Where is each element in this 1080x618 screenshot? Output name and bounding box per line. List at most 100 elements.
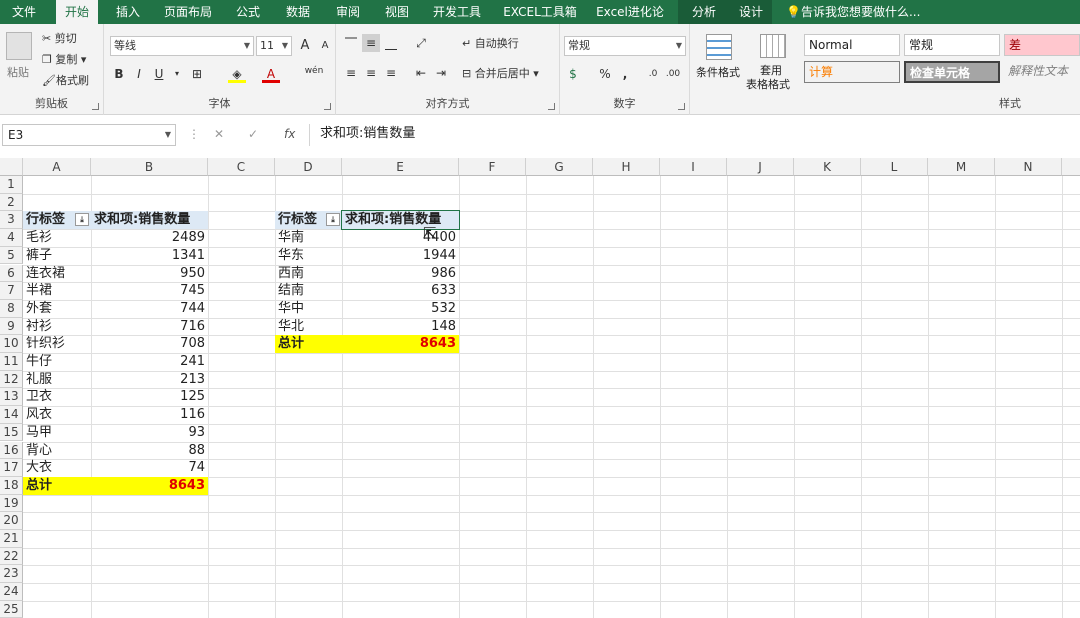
col-header-g[interactable]: G <box>526 158 593 176</box>
col-header-a[interactable]: A <box>23 158 91 176</box>
select-all-corner[interactable] <box>0 158 23 176</box>
tell-me-search[interactable]: 💡告诉我您想要做什么... <box>786 0 936 24</box>
pivot1-item-label[interactable]: 衬衫 <box>23 318 91 336</box>
pivot1-item-label[interactable]: 风衣 <box>23 406 91 424</box>
pivot1-item-label[interactable]: 外套 <box>23 300 91 318</box>
paste-icon[interactable] <box>6 32 32 60</box>
tab-page-layout[interactable]: 页面布局 <box>158 0 218 24</box>
style-check-cell[interactable]: 检查单元格 <box>904 61 1000 83</box>
pivot2-item-value[interactable]: 4400 <box>342 229 459 247</box>
conditional-format-icon[interactable] <box>706 34 732 60</box>
col-header-k[interactable]: K <box>794 158 861 176</box>
col-header-f[interactable]: F <box>459 158 526 176</box>
pivot1-item-label[interactable]: 背心 <box>23 442 91 460</box>
percent-button[interactable]: % <box>596 65 614 83</box>
pivot1-row-label-header[interactable]: 行标签 ⤓ <box>23 211 91 230</box>
style-calc[interactable]: 计算 <box>804 61 900 83</box>
row-header[interactable]: 5 <box>0 246 23 265</box>
copy-button[interactable]: ❐ 复制 ▾ <box>42 50 86 70</box>
pivot2-value-header[interactable]: 求和项:销售数量 <box>341 210 460 231</box>
tab-excel-evolution[interactable]: Excel进化论 <box>592 0 668 24</box>
cut-button[interactable]: ✂ 剪切 <box>42 29 77 49</box>
increase-indent-icon[interactable]: ⇥ <box>432 64 450 82</box>
row-header[interactable]: 16 <box>0 441 23 460</box>
pivot1-item-label[interactable]: 针织衫 <box>23 335 91 353</box>
pivot2-item-value[interactable]: 1944 <box>342 247 459 265</box>
row-header[interactable]: 7 <box>0 282 23 300</box>
border-icon[interactable]: ⊞ <box>188 65 206 83</box>
pivot2-item-value[interactable]: 986 <box>342 265 459 283</box>
clipboard-launcher-icon[interactable] <box>92 103 99 110</box>
col-header-n[interactable]: N <box>995 158 1062 176</box>
pivot1-item-value[interactable]: 241 <box>91 353 208 371</box>
pivot1-item-value[interactable]: 716 <box>91 318 208 336</box>
row-header[interactable]: 2 <box>0 193 23 212</box>
shrink-font-button[interactable]: A <box>316 37 334 55</box>
orientation-icon[interactable]: ⤢ <box>412 34 430 52</box>
col-header-m[interactable]: M <box>928 158 995 176</box>
font-launcher-icon[interactable] <box>324 103 331 110</box>
tab-home[interactable]: 开始 <box>56 0 98 24</box>
pivot2-item-value[interactable]: 633 <box>342 282 459 300</box>
alignment-launcher-icon[interactable] <box>548 103 555 110</box>
row-header[interactable]: 11 <box>0 353 23 371</box>
underline-dropdown-icon[interactable]: ▾ <box>168 65 186 83</box>
filter-dropdown-icon[interactable]: ⤓ <box>75 213 89 227</box>
pivot1-item-value[interactable]: 125 <box>91 388 208 406</box>
row-header[interactable]: 6 <box>0 264 23 283</box>
tab-data[interactable]: 数据 <box>278 0 318 24</box>
pivot1-item-value[interactable]: 2489 <box>91 229 208 247</box>
align-right-icon[interactable]: ≡ <box>382 64 400 82</box>
formula-input[interactable]: 求和项:销售数量 <box>309 124 1080 146</box>
paste-button[interactable]: 粘贴 <box>7 64 29 80</box>
bold-button[interactable]: B <box>110 65 128 83</box>
pivot1-item-value[interactable]: 744 <box>91 300 208 318</box>
font-size-select[interactable]: 11 ▼ <box>256 36 292 56</box>
font-name-select[interactable]: 等线 ▼ <box>110 36 254 56</box>
pivot1-item-value[interactable]: 116 <box>91 406 208 424</box>
pivot2-item-label[interactable]: 西南 <box>275 265 342 283</box>
phonetic-button[interactable]: wén <box>300 62 328 80</box>
col-header-j[interactable]: J <box>727 158 794 176</box>
pivot1-total-value[interactable]: 8643 <box>91 476 208 495</box>
merge-center-button[interactable]: ⊟ 合并后居中 ▾ <box>462 64 539 84</box>
pivot1-item-label[interactable]: 毛衫 <box>23 229 91 247</box>
pivot2-item-value[interactable]: 148 <box>342 318 459 336</box>
pivot2-item-label[interactable]: 结南 <box>275 282 342 300</box>
pivot2-total-label[interactable]: 总计 <box>275 335 342 353</box>
pivot2-total-value[interactable]: 8643 <box>342 335 459 353</box>
pivot1-item-value[interactable]: 708 <box>91 335 208 353</box>
row-header[interactable]: 25 <box>0 600 23 618</box>
tab-excel-toolbox[interactable]: EXCEL工具箱 <box>497 0 583 24</box>
decrease-indent-icon[interactable]: ⇤ <box>412 64 430 82</box>
number-format-select[interactable]: 常规 ▼ <box>564 36 686 56</box>
pivot1-item-label[interactable]: 马甲 <box>23 424 91 442</box>
font-color-icon[interactable]: A <box>262 65 280 83</box>
col-header-b[interactable]: B <box>91 158 208 176</box>
pivot1-item-value[interactable]: 1341 <box>91 247 208 265</box>
wrap-text-button[interactable]: ↵ 自动换行 <box>462 34 519 54</box>
align-left-icon[interactable]: ≡ <box>342 64 360 82</box>
col-header-d[interactable]: D <box>275 158 342 176</box>
tab-file[interactable]: 文件 <box>4 0 44 24</box>
decrease-decimal-icon[interactable]: .00 <box>664 65 682 83</box>
row-header[interactable]: 10 <box>0 335 23 353</box>
enter-icon[interactable]: ✓ <box>248 127 258 141</box>
col-header-h[interactable]: H <box>593 158 660 176</box>
row-header[interactable]: 18 <box>0 476 23 495</box>
grow-font-button[interactable]: A <box>296 37 314 55</box>
italic-button[interactable]: I <box>130 65 148 83</box>
row-header[interactable]: 19 <box>0 494 23 513</box>
align-bottom-icon[interactable]: ⎽ <box>382 34 400 52</box>
col-header-i[interactable]: I <box>660 158 727 176</box>
pivot1-value-header[interactable]: 求和项:销售数量 <box>91 211 208 230</box>
name-box[interactable]: E3 ▼ <box>2 124 176 146</box>
pivot2-item-label[interactable]: 华中 <box>275 300 342 318</box>
pivot1-item-value[interactable]: 88 <box>91 442 208 460</box>
row-header[interactable]: 20 <box>0 512 23 530</box>
row-header[interactable]: 4 <box>0 229 23 247</box>
pivot1-total-label[interactable]: 总计 <box>23 476 91 495</box>
table-format-icon[interactable] <box>760 34 786 58</box>
cancel-icon[interactable]: ✕ <box>214 127 224 141</box>
pivot1-item-label[interactable]: 牛仔 <box>23 353 91 371</box>
